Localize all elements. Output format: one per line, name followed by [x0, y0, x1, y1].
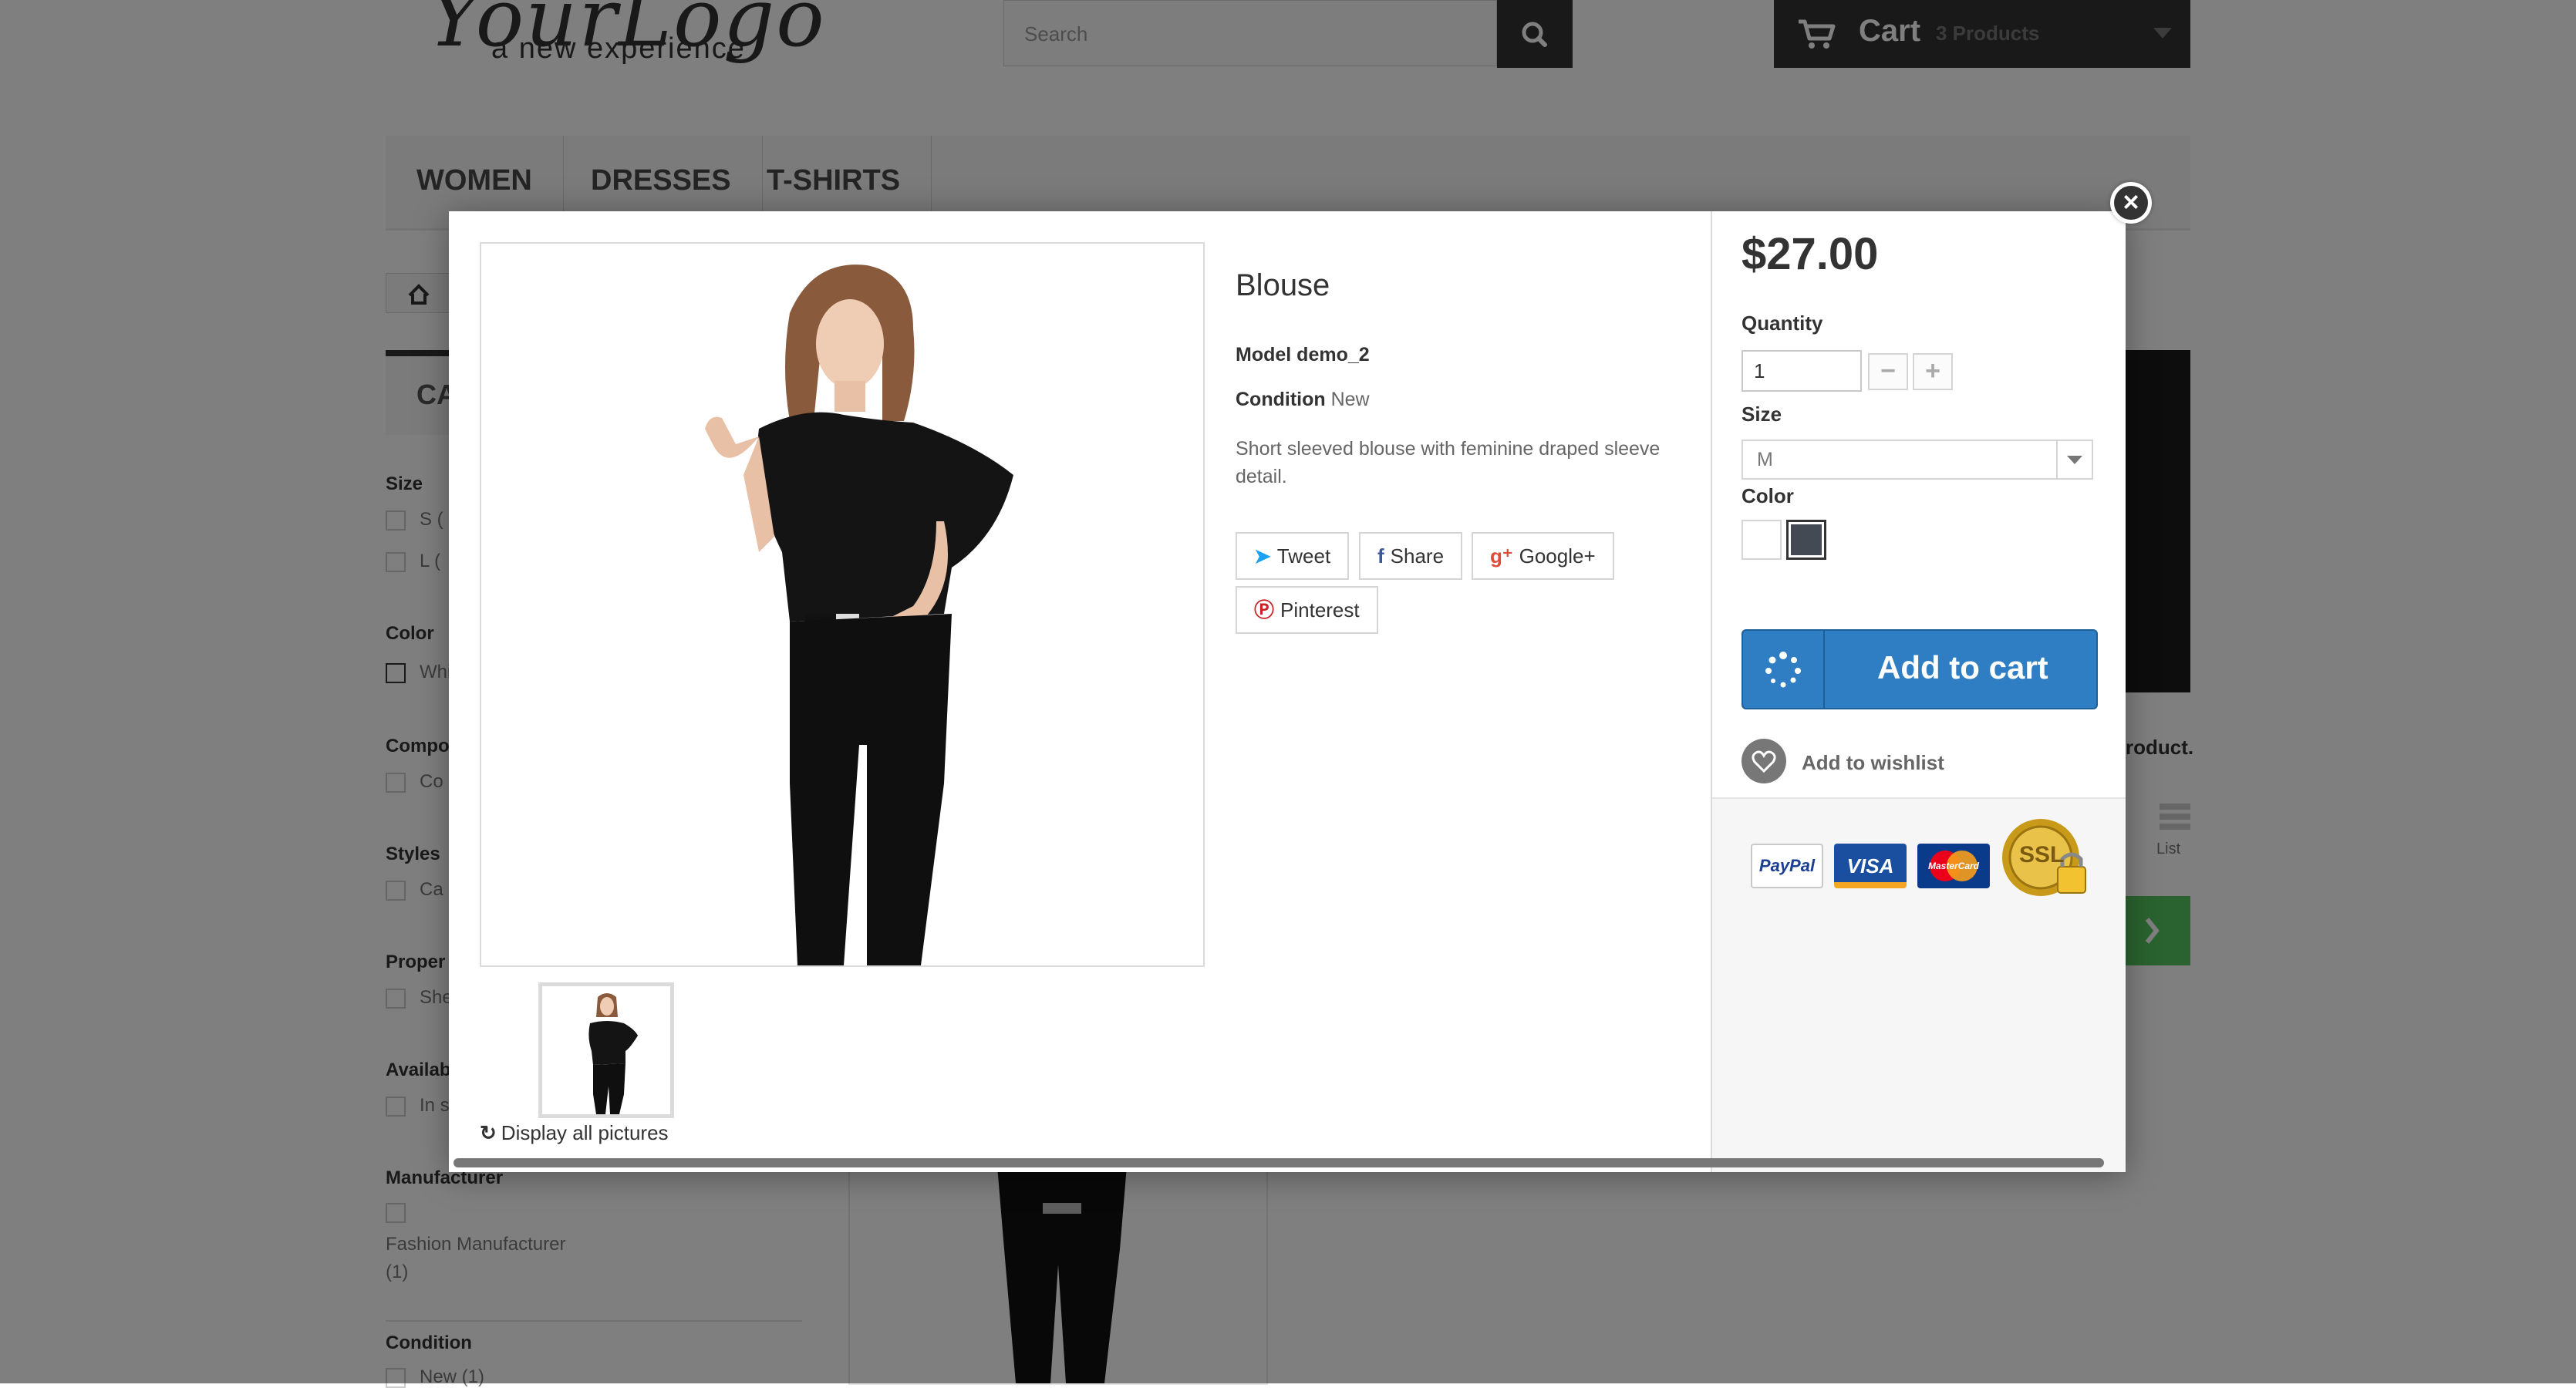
quantity-label: Quantity — [1741, 312, 1823, 335]
close-button[interactable]: × — [2110, 182, 2152, 224]
color-swatch-white[interactable] — [1741, 520, 1782, 560]
model-photo — [481, 244, 1203, 965]
color-label: Color — [1741, 484, 1794, 507]
buy-box-top: $27.00 Quantity 1 − + Size M Color Add t… — [1712, 211, 2126, 799]
ssl-text: SSL — [2019, 842, 2065, 868]
share-label: Share — [1390, 544, 1445, 568]
twitter-icon: ➤ — [1254, 544, 1271, 568]
mastercard-logo: MasterCard — [1917, 844, 1990, 888]
google-plus-button[interactable]: g⁺ Google+ — [1472, 532, 1614, 580]
horizontal-scrollbar[interactable] — [453, 1158, 2104, 1167]
product-thumbnail[interactable] — [538, 982, 674, 1118]
mastercard-text: MasterCard — [1927, 861, 1980, 871]
condition-label: Condition — [1236, 389, 1326, 410]
swatch-fill — [1791, 524, 1822, 555]
product-reference: Model demo_2 — [1236, 344, 1370, 366]
product-condition: Condition New — [1236, 389, 1370, 411]
minus-icon[interactable]: − — [1868, 353, 1908, 390]
display-all-label: Display all pictures — [501, 1121, 669, 1144]
quick-view-modal: ↻ Display all pictures Blouse Model demo_… — [449, 211, 2126, 1172]
condition-value: New — [1330, 389, 1370, 410]
add-to-wishlist-label: Add to wishlist — [1802, 751, 1944, 774]
heart-icon — [1741, 739, 1786, 783]
model-value: demo_2 — [1296, 344, 1370, 366]
buy-box: $27.00 Quantity 1 − + Size M Color Add t… — [1711, 211, 2126, 1172]
product-price: $27.00 — [1741, 229, 1879, 279]
pinterest-button[interactable]: Ⓟ Pinterest — [1236, 586, 1378, 634]
refresh-icon: ↻ — [480, 1121, 497, 1144]
product-title: Blouse — [1236, 268, 1330, 302]
pinterest-label: Pinterest — [1280, 598, 1360, 622]
visa-logo: VISA — [1834, 844, 1907, 888]
size-value: M — [1757, 449, 1773, 470]
google-label: Google+ — [1519, 544, 1596, 568]
ssl-seal: SSL — [2001, 816, 2093, 905]
tweet-button[interactable]: ➤ Tweet — [1236, 532, 1350, 580]
pinterest-icon: Ⓟ — [1254, 598, 1275, 622]
tweet-label: Tweet — [1276, 544, 1331, 568]
add-to-cart-label: Add to cart — [1877, 649, 2048, 686]
size-select[interactable]: M — [1741, 440, 2093, 480]
chevron-down-icon — [2056, 441, 2092, 478]
spinner-icon — [1743, 631, 1825, 708]
add-to-cart-button[interactable]: Add to cart — [1741, 629, 2098, 709]
thumbnail-photo — [542, 986, 670, 1114]
google-plus-icon: g⁺ — [1490, 544, 1513, 568]
size-label: Size — [1741, 403, 1782, 426]
close-icon: × — [2114, 186, 2148, 220]
product-description: Short sleeved blouse with feminine drape… — [1236, 438, 1661, 487]
plus-icon[interactable]: + — [1913, 353, 1953, 390]
display-all-pictures-link[interactable]: ↻ Display all pictures — [480, 1121, 669, 1145]
facebook-share-button[interactable]: f Share — [1359, 532, 1463, 580]
product-main-image[interactable] — [480, 242, 1205, 967]
paypal-logo: PayPal — [1751, 844, 1823, 888]
model-label: Model — [1236, 344, 1292, 366]
color-swatch-dark[interactable] — [1786, 520, 1826, 560]
facebook-icon: f — [1377, 544, 1384, 568]
quantity-input[interactable]: 1 — [1741, 350, 1862, 392]
